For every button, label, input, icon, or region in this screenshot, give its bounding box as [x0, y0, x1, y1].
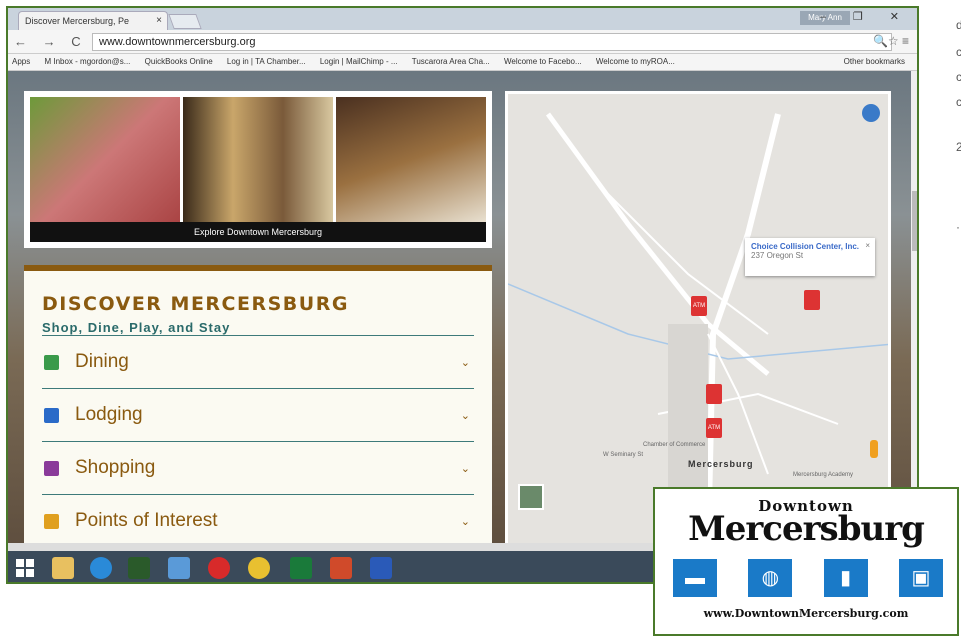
- chevron-down-icon[interactable]: ⌄: [461, 462, 470, 475]
- dining-icon: [44, 354, 59, 370]
- pegman-icon[interactable]: [870, 440, 878, 458]
- edge-text: d: [956, 18, 961, 32]
- downtown-mercersburg-logo: Downtown Mercersburg ▬ ◍ ▮ ▣ www.Downtow…: [653, 487, 959, 636]
- cloud-app-icon[interactable]: [208, 557, 230, 579]
- place-address: 237 Oregon St: [751, 251, 804, 260]
- logo-url: www.DowntownMercersburg.com: [703, 607, 909, 620]
- category-label: Points of Interest: [75, 510, 218, 531]
- map-pin-atm[interactable]: ATM: [691, 296, 707, 316]
- new-tab-button[interactable]: [168, 14, 202, 29]
- address-bar: ← → C ⌂ www.downtownmercersburg.org 🔍☆ ≡: [8, 30, 917, 54]
- close-icon[interactable]: ×: [865, 241, 870, 250]
- edge-text: c: [956, 45, 961, 59]
- edge-text: ·: [956, 220, 960, 234]
- bookmark-item[interactable]: Log in | TA Chamber...: [227, 57, 306, 66]
- url-input[interactable]: www.downtownmercersburg.org: [92, 33, 892, 51]
- map-roads: [508, 112, 888, 543]
- category-label: Shopping: [75, 457, 156, 478]
- google-map[interactable]: Choice Collision Center, Inc. 237 Oregon…: [505, 91, 891, 546]
- chrome-icon[interactable]: [248, 557, 270, 579]
- gas-icon: ▮: [823, 559, 868, 597]
- bookmark-item[interactable]: Welcome to Facebo...: [504, 57, 582, 66]
- map-label: Mercersburg Academy: [793, 472, 854, 478]
- bookmark-item[interactable]: Tuscarora Area Cha...: [412, 57, 490, 66]
- lodging-icon: [44, 407, 59, 423]
- dining-icon: ◍: [748, 559, 793, 597]
- browser-tab[interactable]: Discover Mercersburg, Pe ×: [18, 11, 168, 30]
- chevron-down-icon[interactable]: ⌄: [461, 356, 470, 369]
- other-bookmarks[interactable]: Other bookmarks: [844, 57, 905, 66]
- hero-caption: Explore Downtown Mercersburg: [30, 222, 486, 242]
- map-label: W Seminary St: [603, 452, 644, 458]
- map-label: Chamber of Commerce: [643, 442, 706, 448]
- category-points-of-interest[interactable]: Points of Interest ⌄: [42, 494, 474, 547]
- dining-room-photo: [336, 97, 486, 222]
- powerpoint-icon[interactable]: [330, 557, 352, 579]
- chevron-down-icon[interactable]: ⌄: [461, 515, 470, 528]
- remote-desktop-icon[interactable]: [168, 557, 190, 579]
- category-label: Lodging: [75, 404, 143, 425]
- discover-panel: DISCOVER MERCERSBURG Shop, Dine, Play, a…: [24, 265, 492, 555]
- bookmark-item[interactable]: Welcome to myROA...: [596, 57, 675, 66]
- internet-explorer-icon[interactable]: [90, 557, 112, 579]
- place-name: Choice Collision Center, Inc.: [751, 242, 860, 251]
- category-label: Dining: [75, 351, 129, 372]
- edge-text: 2: [956, 140, 961, 154]
- quickbooks-icon[interactable]: [128, 557, 150, 579]
- shopping-icon: [44, 460, 59, 476]
- user-avatar-icon[interactable]: [862, 104, 880, 122]
- edge-text: c: [956, 95, 961, 109]
- map-info-window[interactable]: Choice Collision Center, Inc. 237 Oregon…: [745, 238, 875, 276]
- bed-icon: ▬: [673, 559, 717, 597]
- map-pin-auto[interactable]: [804, 290, 820, 310]
- category-lodging[interactable]: Lodging ⌄: [42, 388, 474, 441]
- tab-bar: Discover Mercersburg, Pe × Mary Ann – ❐ …: [8, 8, 917, 30]
- map-pin-atm[interactable]: ATM: [706, 418, 722, 438]
- vertical-scrollbar[interactable]: [911, 71, 917, 551]
- satellite-toggle[interactable]: [518, 484, 544, 510]
- bookmark-star-icon[interactable]: 🔍☆ ≡: [873, 34, 909, 48]
- web-page: Explore Downtown Mercersburg DISCOVER ME…: [8, 71, 911, 555]
- page-title: DISCOVER MERCERSBURG: [42, 293, 349, 315]
- page-subtitle: Shop, Dine, Play, and Stay: [42, 320, 231, 335]
- window-controls[interactable]: – ❐ ✕: [820, 10, 911, 23]
- file-explorer-icon[interactable]: [52, 557, 74, 579]
- category-shopping[interactable]: Shopping ⌄: [42, 441, 474, 494]
- bookmark-item[interactable]: Apps: [12, 57, 30, 66]
- boy-photo: [30, 97, 180, 222]
- word-icon[interactable]: [370, 557, 392, 579]
- bookmark-item[interactable]: M Inbox - mgordon@s...: [44, 57, 130, 66]
- shopping-icon: ▣: [898, 559, 943, 597]
- windows-start-icon[interactable]: [16, 559, 34, 577]
- chevron-down-icon[interactable]: ⌄: [461, 409, 470, 422]
- map-pin-gas[interactable]: [706, 384, 722, 404]
- map-town-label: Mercersburg: [688, 459, 754, 469]
- poi-icon: [44, 513, 59, 529]
- bookmark-item[interactable]: QuickBooks Online: [145, 57, 213, 66]
- hero-banner[interactable]: Explore Downtown Mercersburg: [24, 91, 492, 248]
- beer-taps-photo: [183, 97, 333, 222]
- category-dining[interactable]: Dining ⌄: [42, 335, 474, 388]
- excel-icon[interactable]: [290, 557, 312, 579]
- edge-text: c: [956, 70, 961, 84]
- logo-line-2: Mercersburg: [688, 509, 925, 549]
- bookmark-item[interactable]: Login | MailChimp - ...: [320, 57, 398, 66]
- close-tab-icon[interactable]: ×: [156, 15, 162, 26]
- bookmarks-bar: Apps M Inbox - mgordon@s... QuickBooks O…: [8, 54, 917, 71]
- tab-title: Discover Mercersburg, Pe: [25, 16, 130, 26]
